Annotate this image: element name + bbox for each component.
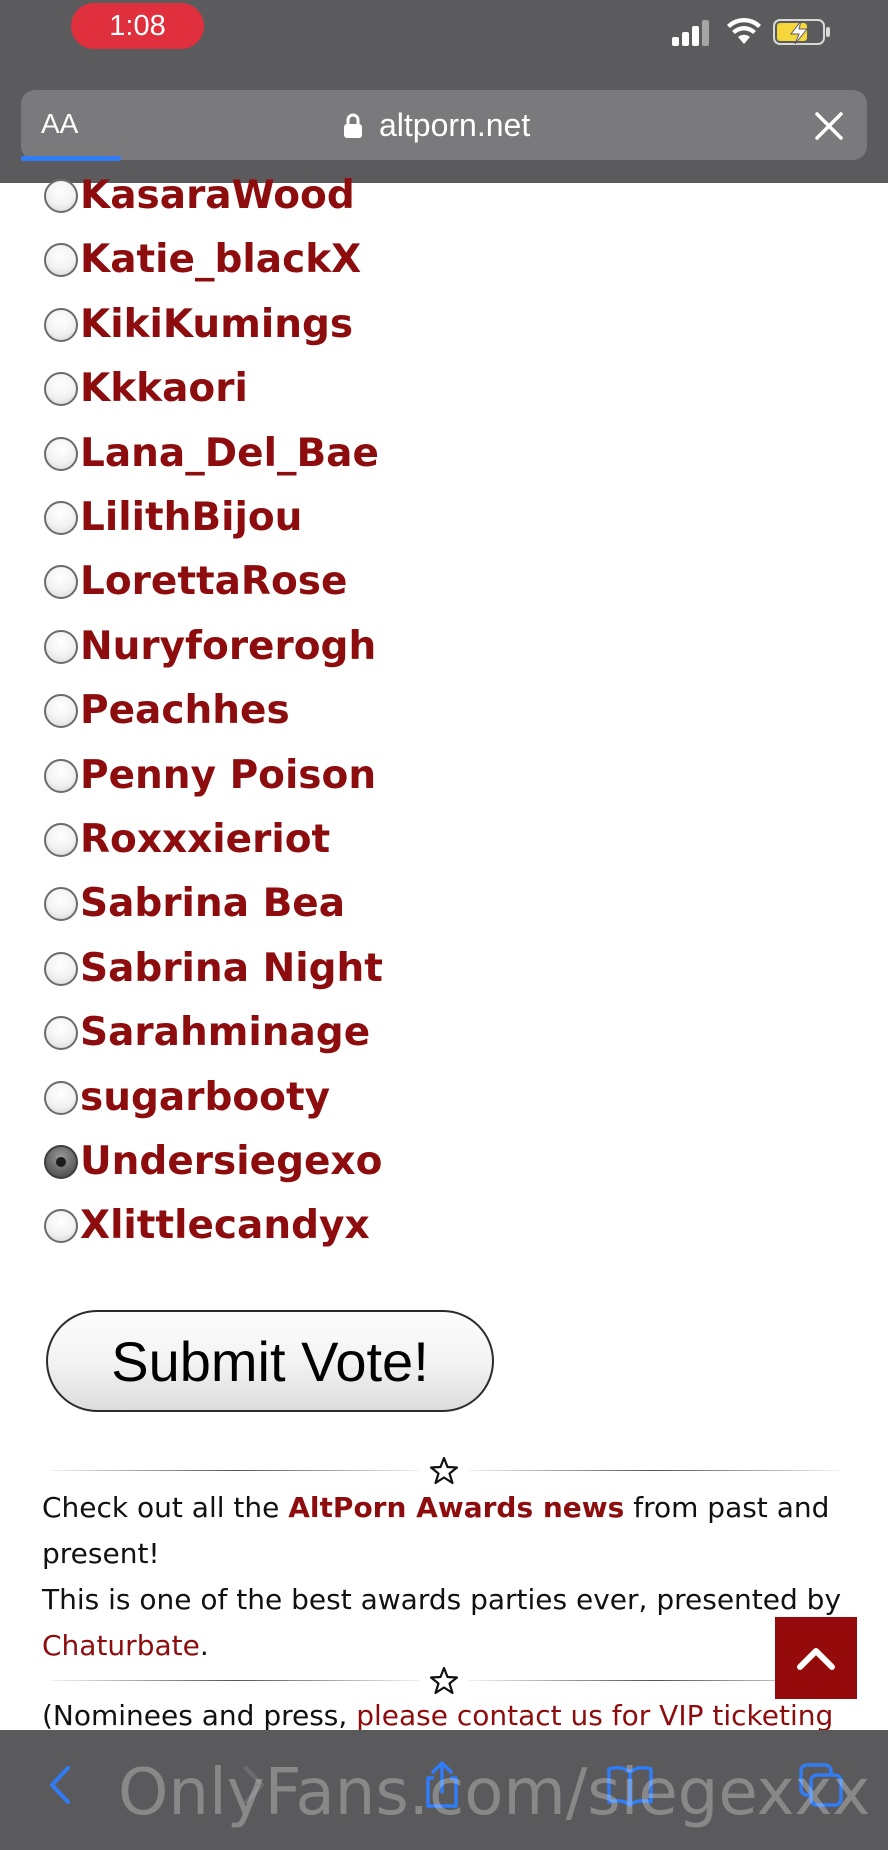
star-icon <box>429 1456 459 1485</box>
radio-button-selected[interactable] <box>44 1145 78 1179</box>
radio-button[interactable] <box>44 694 78 729</box>
vote-option[interactable]: Penny Poison <box>44 748 376 804</box>
press-text: (Nominees and press, <box>42 1699 357 1732</box>
sponsor-text: This is one of the best awards parties e… <box>42 1583 842 1616</box>
radio-button[interactable] <box>44 565 78 600</box>
section-divider <box>50 1456 840 1486</box>
address-bar[interactable]: AA altporn.net <box>21 90 867 160</box>
radio-button[interactable] <box>44 951 78 986</box>
text-size-label: AA <box>41 108 79 139</box>
vote-option-label[interactable]: Roxxxieriot <box>80 812 330 868</box>
vote-option[interactable]: LorettaRose <box>44 554 347 610</box>
radio-button[interactable] <box>44 243 78 278</box>
browser-top-chrome: 1:08 AA altporn.net <box>0 0 888 183</box>
vote-option[interactable]: Kkkaori <box>44 361 248 417</box>
wifi-icon <box>727 17 761 44</box>
watermark-text: OnlyFans.com/siegexxx <box>118 1756 871 1830</box>
status-time: 1:08 <box>71 3 204 49</box>
lock-icon <box>344 113 362 138</box>
vote-option-label[interactable]: LorettaRose <box>80 554 347 610</box>
star-icon <box>429 1666 459 1695</box>
vote-option-label[interactable]: KikiKumings <box>80 297 353 353</box>
submit-vote-button[interactable]: Submit Vote! <box>46 1310 494 1412</box>
back-to-top-button[interactable] <box>775 1617 857 1699</box>
vote-option-label[interactable]: Nuryforerogh <box>80 619 376 675</box>
chevron-up-icon <box>797 1648 835 1670</box>
vote-option-label[interactable]: Undersiegexo <box>80 1134 382 1190</box>
radio-button[interactable] <box>44 1209 78 1244</box>
radio-button[interactable] <box>44 307 78 342</box>
vote-option-label[interactable]: LilithBijou <box>80 490 302 546</box>
radio-button[interactable] <box>44 1080 78 1115</box>
vote-option[interactable]: Roxxxieriot <box>44 812 330 868</box>
sponsor-text: . <box>199 1629 209 1662</box>
back-arrow-icon[interactable] <box>36 1760 86 1810</box>
vote-option-label[interactable]: KasaraWood <box>80 168 355 224</box>
page-load-progress <box>21 156 121 161</box>
radio-button[interactable] <box>44 823 78 857</box>
vote-option-label[interactable]: Katie_blackX <box>80 232 361 288</box>
vote-option-label[interactable]: Sarahminage <box>80 1005 370 1061</box>
radio-button[interactable] <box>44 501 78 535</box>
vote-option[interactable]: Nuryforerogh <box>44 619 376 675</box>
vote-option[interactable]: KasaraWood <box>44 168 355 224</box>
radio-button[interactable] <box>44 179 78 213</box>
radio-button[interactable] <box>44 436 78 471</box>
vote-option[interactable]: Sarahminage <box>44 1005 370 1061</box>
vote-option-label[interactable]: Sabrina Night <box>80 941 383 997</box>
vote-option[interactable]: Undersiegexo <box>44 1134 382 1190</box>
news-text: Check out all the <box>42 1491 289 1524</box>
close-icon[interactable] <box>814 111 844 141</box>
vote-option-label[interactable]: Xlittlecandyx <box>80 1198 370 1254</box>
vote-option[interactable]: sugarbooty <box>44 1070 330 1126</box>
vote-option[interactable]: Sabrina Bea <box>44 876 345 932</box>
vote-option-label[interactable]: Sabrina Bea <box>80 876 345 932</box>
vote-option-label[interactable]: Peachhes <box>80 683 290 739</box>
vote-option[interactable]: Katie_blackX <box>44 232 361 288</box>
vote-option[interactable]: Xlittlecandyx <box>44 1198 370 1254</box>
radio-button[interactable] <box>44 1016 78 1051</box>
vote-option[interactable]: Lana_Del_Bae <box>44 426 379 482</box>
cellular-signal-icon <box>672 18 712 46</box>
vote-option-label[interactable]: Lana_Del_Bae <box>80 426 379 482</box>
radio-button[interactable] <box>44 629 78 664</box>
vote-option[interactable]: LilithBijou <box>44 490 302 546</box>
altporn-awards-news-link[interactable]: AltPorn Awards news <box>288 1491 624 1524</box>
battery-charging-icon <box>773 19 830 45</box>
vote-option-label[interactable]: sugarbooty <box>80 1070 330 1126</box>
radio-button[interactable] <box>44 887 78 922</box>
radio-button[interactable] <box>44 372 78 407</box>
news-paragraph: Check out all the AltPorn Awards news fr… <box>42 1485 842 1577</box>
vote-option[interactable]: Sabrina Night <box>44 941 383 997</box>
radio-button[interactable] <box>44 758 78 793</box>
vote-option[interactable]: Peachhes <box>44 683 290 739</box>
text-size-button[interactable]: AA <box>41 104 78 144</box>
vote-option-label[interactable]: Kkkaori <box>80 361 248 417</box>
vip-ticketing-link[interactable]: please contact us for VIP ticketing <box>356 1699 833 1732</box>
chaturbate-link[interactable]: Chaturbate <box>42 1629 200 1662</box>
url-text[interactable]: altporn.net <box>379 104 530 146</box>
section-divider <box>50 1666 840 1696</box>
vote-option-label[interactable]: Penny Poison <box>80 748 376 804</box>
vote-option[interactable]: KikiKumings <box>44 297 353 353</box>
sponsor-paragraph: This is one of the best awards parties e… <box>42 1577 842 1669</box>
